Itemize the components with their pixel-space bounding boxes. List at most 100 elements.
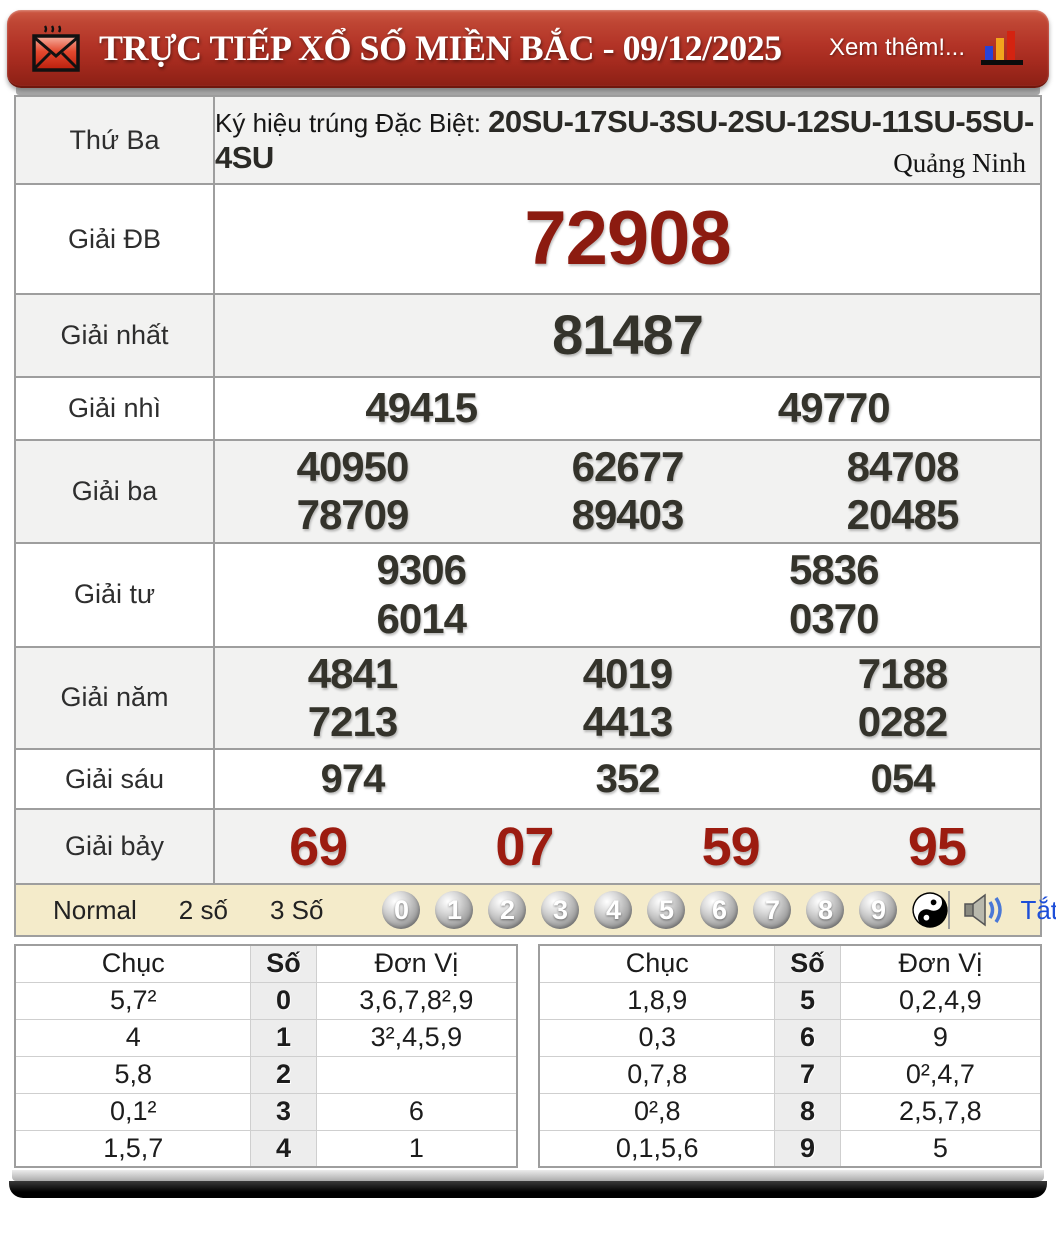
table-row-third-prize: Giải ba 40950 62677 84708 78709 89403 20…	[14, 439, 1042, 544]
digit-ball-6[interactable]: 6	[700, 891, 739, 930]
prize-number: 62677	[571, 443, 685, 490]
table-row-symbol: Thứ Ba Ký hiệu trúng Đặc Biệt: 20SU-17SU…	[14, 95, 1042, 185]
units-header: Đơn Vị	[315, 944, 518, 983]
digit-ball-1[interactable]: 1	[435, 891, 474, 930]
table-row: 4 1 3²,4,5,9	[14, 1018, 518, 1057]
table-row: 5,7² 0 3,6,7,8²,9	[14, 981, 518, 1020]
speaker-icon[interactable]	[964, 893, 1006, 927]
tens-cell: 5,7²	[14, 981, 252, 1020]
prize-number: 89403	[571, 491, 685, 539]
table-row: 0,1,5,6 9 5	[538, 1129, 1042, 1168]
tens-cell: 1,8,9	[538, 981, 776, 1020]
prize-number: 7213	[307, 697, 398, 745]
digit-ball-row: 0 1 2 3 4 5 6 7 8 9	[382, 891, 949, 930]
tens-header: Chục	[538, 944, 776, 983]
tens-cell: 0,7,8	[538, 1055, 776, 1094]
digit-cell: 1	[250, 1018, 317, 1057]
mute-button[interactable]: Tắt âm	[1020, 895, 1056, 926]
tens-header: Chục	[14, 944, 252, 983]
units-cell: 9	[839, 1018, 1042, 1057]
table-row-fourth-prize: Giải tư 9306 5836 6014 0370	[14, 541, 1042, 648]
digit-ball-2[interactable]: 2	[488, 891, 527, 930]
header-bar: TRỰC TIẾP XỔ SỐ MIỀN BẮC - 09/12/2025 Xe…	[7, 10, 1049, 88]
prize-number: 7188	[857, 649, 948, 697]
digit-cell: 3	[250, 1092, 317, 1131]
prize-number: 95	[907, 816, 967, 877]
prize-label: Giải năm	[14, 645, 215, 751]
symbol-cell: Ký hiệu trúng Đặc Biệt: 20SU-17SU-3SU-2S…	[213, 95, 1042, 185]
sound-controls: Tắt âm	[948, 891, 1056, 930]
prize-number: 4413	[582, 697, 673, 745]
prize-number: 6014	[376, 594, 467, 642]
prize-number: 78709	[296, 491, 410, 539]
prize-number: 49415	[365, 384, 478, 432]
mode-button-2-digits[interactable]: 2 số	[158, 895, 249, 926]
province-name: Quảng Ninh	[893, 148, 1026, 178]
digit-header: Số	[774, 944, 841, 983]
prize-label: Giải ĐB	[14, 183, 215, 295]
prize-label: Giải nhất	[14, 293, 215, 378]
digit-table-left: Chục Số Đơn Vị 5,7² 0 3,6,7,8²,9 4 1 3²,…	[14, 944, 518, 1169]
prize-label: Giải sáu	[14, 748, 215, 811]
bar-chart-icon[interactable]	[979, 28, 1025, 68]
tens-cell: 1,5,7	[14, 1129, 252, 1168]
control-bar: Normal 2 số 3 Số 0 1 2 3 4 5 6 7 8 9 Tắt	[14, 885, 1056, 938]
tens-cell: 0,3	[538, 1018, 776, 1057]
units-cell: 3,6,7,8²,9	[315, 981, 518, 1020]
units-cell: 0,2,4,9	[839, 981, 1042, 1020]
table-row-special-prize: Giải ĐB 72908	[14, 183, 1042, 295]
table-header-row: Chục Số Đơn Vị	[538, 944, 1042, 983]
prize-number: 054	[870, 757, 936, 802]
prize-label: Giải bảy	[14, 808, 215, 886]
prize-label: Giải tư	[14, 541, 215, 648]
units-cell: 2,5,7,8	[839, 1092, 1042, 1131]
prize-number: 9306	[376, 546, 467, 594]
table-row: 0,7,8 7 0²,4,7	[538, 1055, 1042, 1094]
digit-ball-0[interactable]: 0	[382, 891, 421, 930]
digit-ball-4[interactable]: 4	[594, 891, 633, 930]
digit-cell: 8	[774, 1092, 841, 1131]
digit-frequency-section: Chục Số Đơn Vị 5,7² 0 3,6,7,8²,9 4 1 3²,…	[14, 944, 1042, 1169]
table-row-second-prize: Giải nhì 49415 49770	[14, 376, 1042, 441]
mode-button-3-digits[interactable]: 3 Số	[249, 895, 345, 926]
digit-cell: 9	[774, 1129, 841, 1168]
prize-number: 4841	[307, 649, 398, 697]
yin-yang-icon[interactable]	[907, 886, 955, 934]
table-row: 0,3 6 9	[538, 1018, 1042, 1057]
units-cell: 3²,4,5,9	[315, 1018, 518, 1057]
table-row-fifth-prize: Giải năm 4841 4019 7188 7213 4413 0282	[14, 645, 1042, 751]
prize-number: 20485	[846, 491, 960, 539]
mail-icon	[31, 22, 81, 74]
mode-button-normal[interactable]: Normal	[32, 895, 158, 926]
prize-number: 72908	[524, 196, 731, 282]
see-more-link[interactable]: Xem thêm!...	[829, 34, 965, 62]
prize-number: 974	[320, 757, 386, 802]
table-row-seventh-prize: Giải bảy 69 07 59 95	[14, 808, 1042, 886]
prize-number: 5836	[789, 546, 879, 594]
table-row-sixth-prize: Giải sáu 974 352 054	[14, 748, 1042, 811]
table-row: 0²,8 8 2,5,7,8	[538, 1092, 1042, 1131]
prize-number: 40950	[296, 443, 410, 490]
tens-cell: 0,1²	[14, 1092, 252, 1131]
weekday-label: Thứ Ba	[14, 95, 215, 185]
units-cell	[315, 1055, 518, 1094]
table-row: 5,8 2	[14, 1055, 518, 1094]
prize-label: Giải ba	[14, 439, 215, 544]
digit-ball-5[interactable]: 5	[647, 891, 686, 930]
digit-ball-9[interactable]: 9	[859, 891, 898, 930]
digit-cell: 4	[250, 1129, 317, 1168]
tens-cell: 4	[14, 1018, 252, 1057]
tens-cell: 5,8	[14, 1055, 252, 1094]
page-title: TRỰC TIẾP XỔ SỐ MIỀN BẮC - 09/12/2025	[99, 28, 782, 68]
digit-ball-3[interactable]: 3	[541, 891, 580, 930]
digit-table-right: Chục Số Đơn Vị 1,8,9 5 0,2,4,9 0,3 6 9 0…	[538, 944, 1042, 1169]
tens-cell: 0²,8	[538, 1092, 776, 1131]
digit-ball-8[interactable]: 8	[806, 891, 845, 930]
units-cell: 0²,4,7	[839, 1055, 1042, 1094]
digit-cell: 5	[774, 981, 841, 1020]
digit-cell: 0	[250, 981, 317, 1020]
digit-ball-7[interactable]: 7	[753, 891, 792, 930]
bottom-silver-strip	[12, 1170, 1044, 1182]
lottery-widget: TRỰC TIẾP XỔ SỐ MIỀN BẮC - 09/12/2025 Xe…	[0, 10, 1056, 1199]
prize-number: 59	[701, 816, 761, 877]
